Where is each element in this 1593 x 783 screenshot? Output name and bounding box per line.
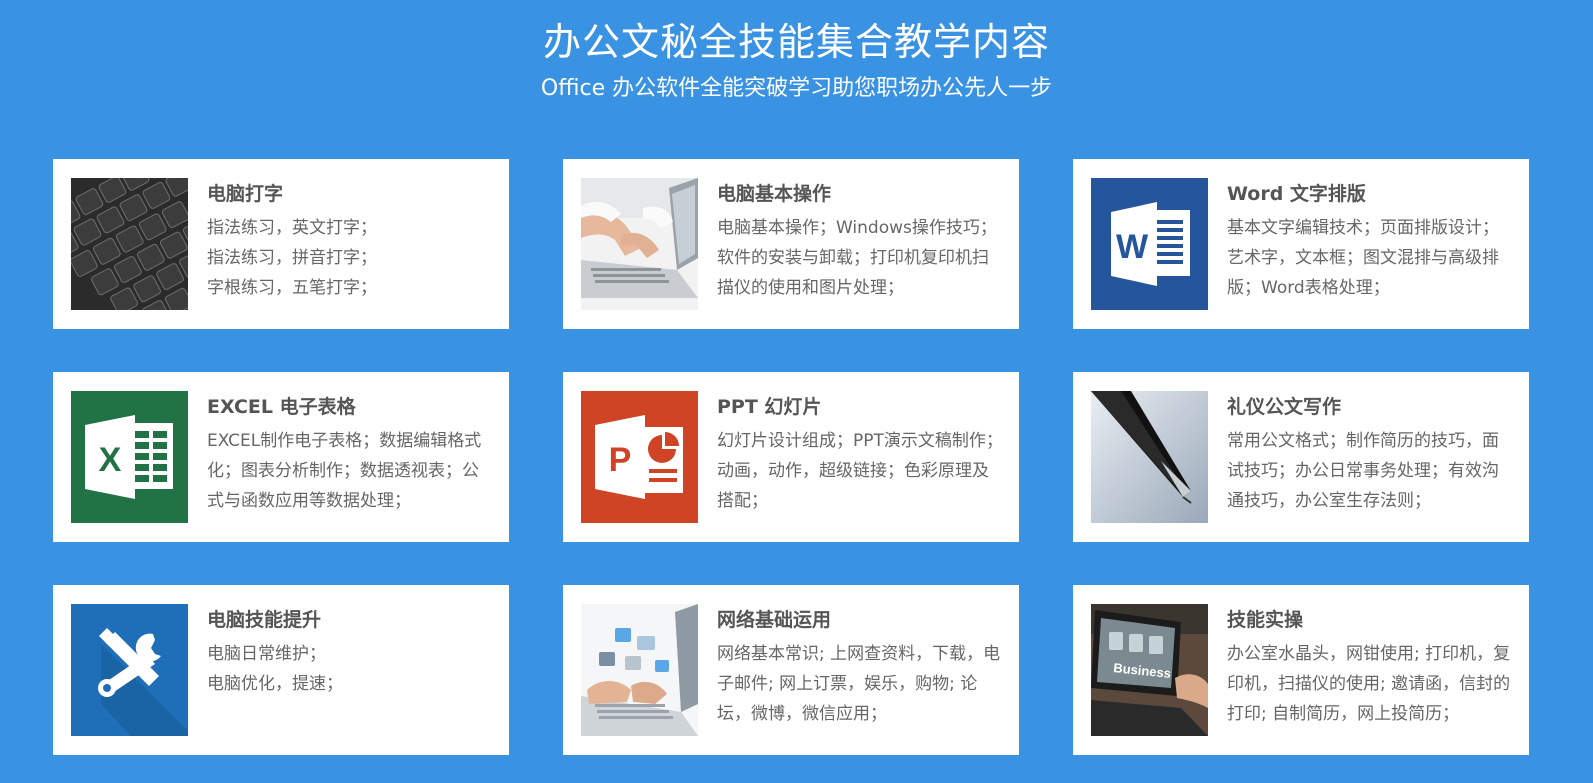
course-title: EXCEL 电子表格	[207, 396, 356, 418]
course-title: 电脑打字	[207, 183, 284, 205]
course-description: 网络基本常识; 上网查资料，下载，电子邮件; 网上订票，娱乐，购物; 论坛，微博…	[717, 644, 1001, 724]
course-description: 常用公文格式；制作简历的技巧，面试技巧；办公日常事务处理；有效沟通技巧，办公室生…	[1227, 431, 1499, 511]
course-title: 礼仪公文写作	[1227, 396, 1342, 418]
course-description: 电脑日常维护； 电脑优化，提速；	[207, 644, 343, 694]
course-description: EXCEL制作电子表格；数据编辑格式化；图表分析制作；数据透视表；公式与函数应用…	[207, 431, 482, 511]
course-title: 电脑基本操作	[717, 183, 832, 205]
svg-text:P: P	[609, 441, 632, 479]
keyboard-photo-icon	[71, 178, 188, 310]
laptop-typing-photo-icon	[581, 178, 698, 310]
course-title: 技能实操	[1227, 609, 1304, 631]
course-card-basic-operation[interactable]: 电脑基本操作 电脑基本操作；Windows操作技巧；软件的安装与卸载；打印机复印…	[563, 159, 1019, 329]
course-description: 基本文字编辑技术；页面排版设计；艺术字，文本框；图文混排与高级排版；Word表格…	[1227, 218, 1499, 298]
svg-text:X: X	[99, 441, 122, 479]
course-card-excel[interactable]: X EXCEL 电子表格 EXCEL制作电子表格；数据编辑格式化；图表分析制作；…	[53, 372, 509, 542]
course-card-network-basics[interactable]: 网络基础运用 网络基本常识; 上网查资料，下载，电子邮件; 网上订票，娱乐，购物…	[563, 585, 1019, 755]
page-subtitle: Office 办公软件全能突破学习助您职场办公先人一步	[540, 76, 1053, 101]
business-laptop-photo-icon: Business	[1091, 604, 1208, 736]
course-title: PPT 幻灯片	[717, 396, 822, 418]
powerpoint-icon: P	[581, 391, 698, 523]
tools-icon	[71, 604, 188, 736]
course-title: Word 文字排版	[1227, 183, 1366, 205]
svg-text:W: W	[1116, 228, 1149, 266]
course-description: 办公室水晶头，网钳使用; 打印机，复印机，扫描仪的使用; 邀请函，信封的打印; …	[1227, 644, 1511, 724]
course-title: 网络基础运用	[717, 609, 832, 631]
page-title: 办公文秘全技能集合教学内容	[542, 20, 1050, 64]
course-card-skill-improvement[interactable]: 电脑技能提升 电脑日常维护； 电脑优化，提速；	[53, 585, 509, 755]
fountain-pen-photo-icon	[1091, 391, 1208, 523]
course-card-typing[interactable]: 电脑打字 指法练习，英文打字； 指法练习，拼音打字； 字根练习，五笔打字；	[53, 159, 509, 329]
course-title: 电脑技能提升	[207, 609, 322, 631]
network-laptop-photo-icon	[581, 604, 698, 736]
course-description: 电脑基本操作；Windows操作技巧；软件的安装与卸载；打印机复印机扫描仪的使用…	[717, 218, 997, 298]
course-card-practical-skills[interactable]: Business 技能实操 办公室水晶头，网钳使用; 打印机，复印机，扫描仪的使…	[1073, 585, 1529, 755]
course-description: 指法练习，英文打字； 指法练习，拼音打字； 字根练习，五笔打字；	[207, 218, 377, 298]
word-icon: W	[1091, 178, 1208, 310]
course-card-etiquette-writing[interactable]: 礼仪公文写作 常用公文格式；制作简历的技巧，面试技巧；办公日常事务处理；有效沟通…	[1073, 372, 1529, 542]
course-description: 幻灯片设计组成；PPT演示文稿制作；动画，动作，超级链接；色彩原理及搭配；	[717, 431, 1003, 511]
course-card-ppt[interactable]: P PPT 幻灯片 幻灯片设计组成；PPT演示文稿制作；动画，动作，超级链接；色…	[563, 372, 1019, 542]
course-card-word[interactable]: W Word 文字排版 基本文字编辑技术；页面排版设计；艺术字，文本框；图文混排…	[1073, 159, 1529, 329]
excel-icon: X	[71, 391, 188, 523]
